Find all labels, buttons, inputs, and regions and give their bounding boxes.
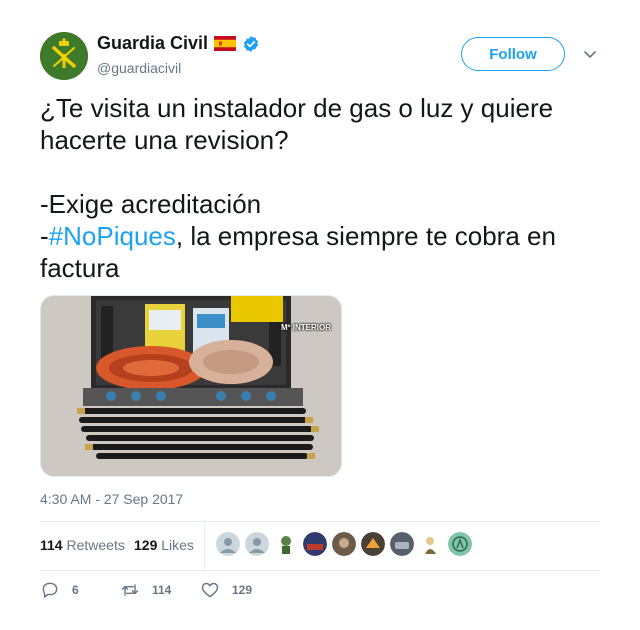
retweets-count: 114	[40, 537, 63, 553]
likes-count: 129	[134, 537, 158, 553]
retweet-count: 114	[152, 583, 172, 597]
hashtag-link[interactable]: #NoPiques	[49, 221, 176, 251]
guardia-civil-emblem-icon	[40, 32, 88, 80]
liker-avatar[interactable]	[245, 532, 269, 556]
media-watermark: Mº INTERIOR	[280, 323, 331, 332]
stats-divider	[204, 522, 205, 570]
stats-row: 114 Retweets 129 Likes	[40, 521, 600, 571]
retweets-label: Retweets	[66, 537, 125, 553]
retweets-stat[interactable]: 114 Retweets	[40, 537, 125, 553]
liker-avatars	[216, 532, 472, 556]
tweet-text-line2: -Exige acreditación	[40, 189, 262, 219]
tweet-text-line3-prefix: -	[40, 221, 49, 251]
liker-avatar[interactable]	[274, 532, 298, 556]
chevron-down-icon[interactable]	[582, 46, 598, 62]
reply-count: 6	[72, 583, 79, 597]
liker-avatar[interactable]	[361, 532, 385, 556]
retweet-icon	[121, 584, 139, 596]
heart-icon	[201, 582, 219, 598]
name-row: Guardia Civil	[97, 33, 260, 54]
tweet-text: ¿Te visita un instalador de gas o luz y …	[40, 92, 605, 284]
display-name[interactable]: Guardia Civil	[97, 33, 208, 54]
timestamp[interactable]: 4:30 AM - 27 Sep 2017	[40, 491, 183, 507]
liker-avatar[interactable]	[216, 532, 240, 556]
liker-avatar[interactable]	[332, 532, 356, 556]
tweet-media-image[interactable]: Mº INTERIOR	[40, 295, 342, 477]
handle[interactable]: @guardiacivil	[97, 60, 181, 76]
tweet-header: Guardia Civil @guardiacivil Follow	[40, 32, 605, 82]
follow-button[interactable]: Follow	[461, 37, 565, 71]
avatar[interactable]	[40, 32, 88, 80]
likes-stat[interactable]: 129 Likes	[134, 537, 194, 553]
reply-button[interactable]: 6	[40, 580, 79, 600]
tweet-text-line1: ¿Te visita un instalador de gas o luz y …	[40, 93, 561, 155]
liker-avatar[interactable]	[419, 532, 443, 556]
retweet-button[interactable]: 114	[120, 580, 171, 600]
spain-flag-icon	[214, 36, 237, 51]
liker-avatar[interactable]	[390, 532, 414, 556]
liker-avatar[interactable]	[448, 532, 472, 556]
like-count: 129	[232, 583, 253, 597]
reply-icon	[42, 582, 58, 598]
likes-label: Likes	[161, 537, 194, 553]
like-button[interactable]: 129	[200, 580, 252, 600]
liker-avatar[interactable]	[303, 532, 327, 556]
verified-badge-icon	[243, 35, 259, 52]
